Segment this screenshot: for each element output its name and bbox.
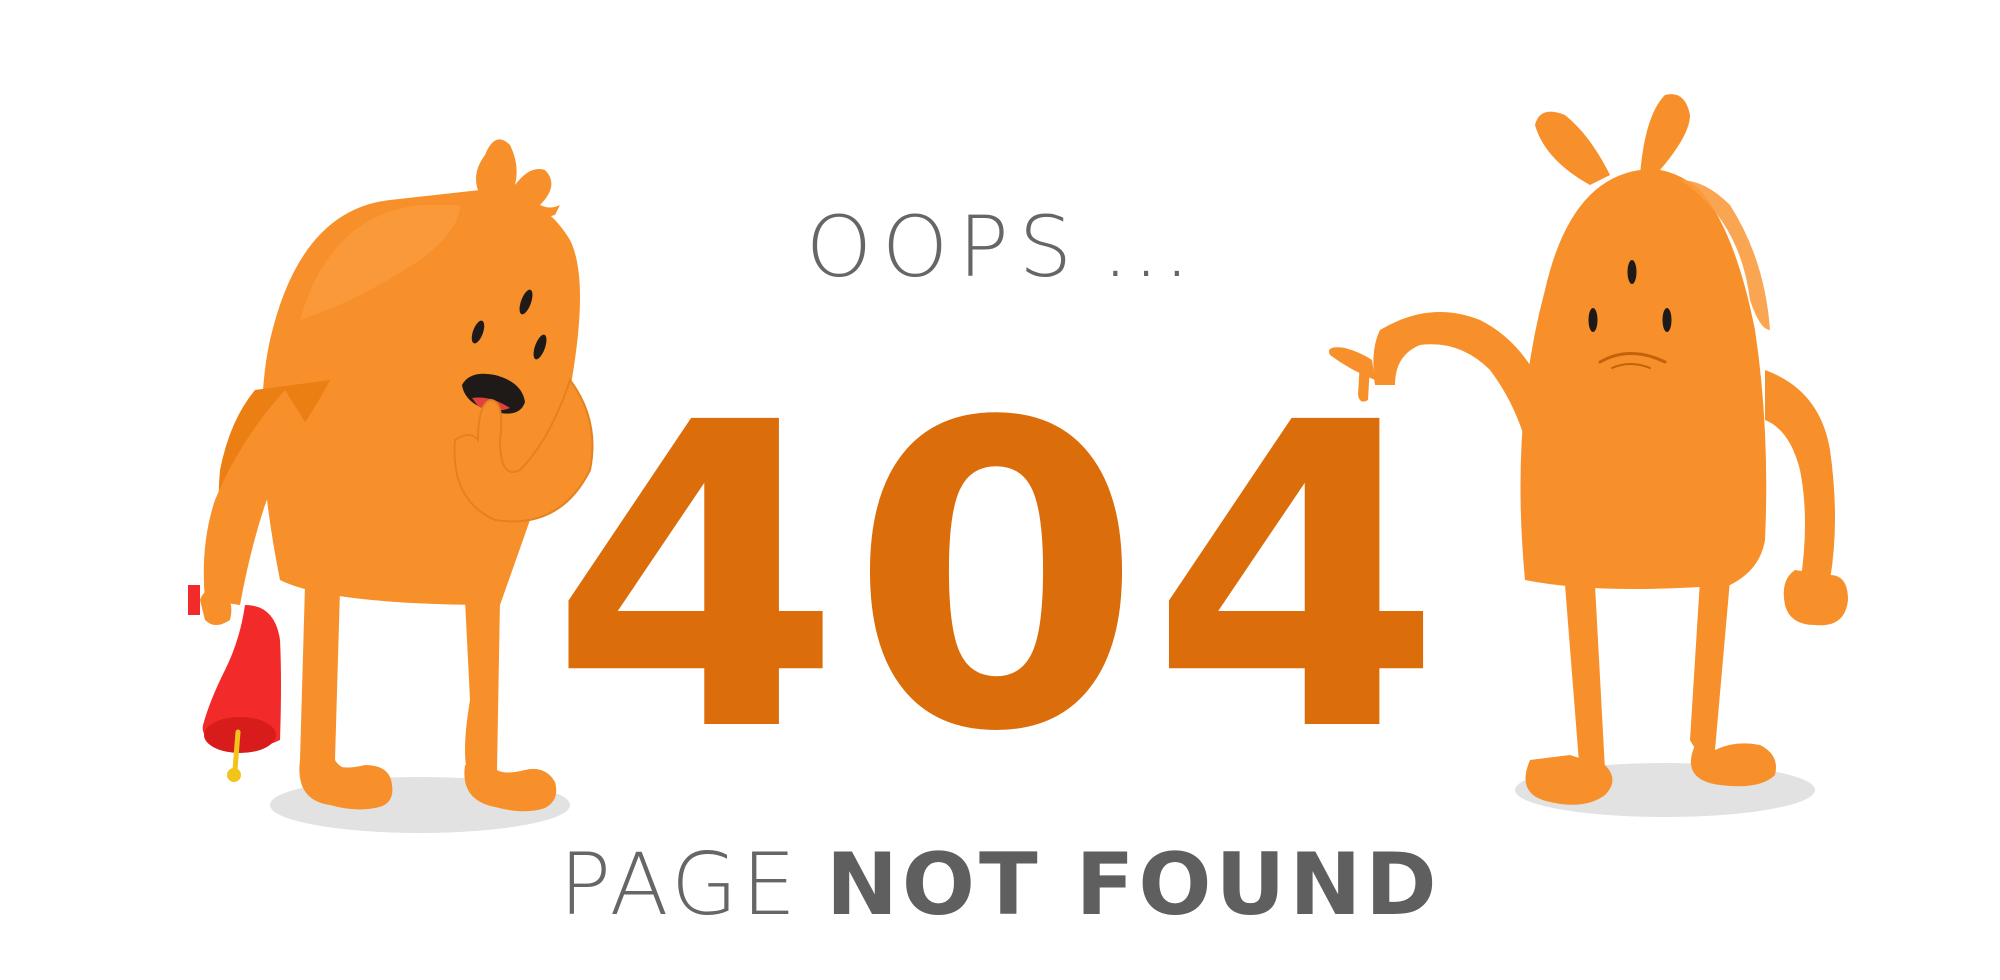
- oops-heading: OOPS...: [0, 205, 2000, 289]
- error-code: 404: [549, 335, 1451, 824]
- not-found-words: NOT FOUND: [825, 835, 1441, 935]
- page-not-found-message: PAGE NOT FOUND: [0, 842, 2000, 928]
- oops-ellipsis: ...: [1102, 198, 1195, 296]
- oops-text: OOPS: [805, 198, 1083, 296]
- error-page: OOPS... 404 PAGE NOT FOUND: [0, 0, 2000, 980]
- page-word: PAGE: [559, 835, 800, 935]
